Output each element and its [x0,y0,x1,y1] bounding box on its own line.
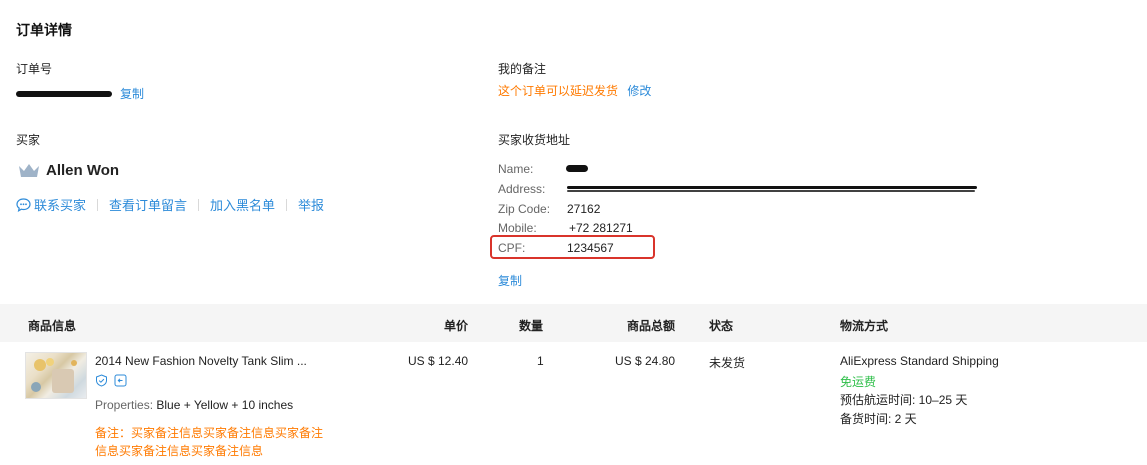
address-name-row: Name: [498,162,588,176]
remark-text: 这个订单可以延迟发货 [498,84,619,98]
quantity: 1 [537,354,544,368]
column-header-status: 状态 [709,319,734,333]
buyer-note-line1: 备注：买家备注信息买家备注信息买家备注 [95,426,324,440]
chat-bubble-icon[interactable] [16,197,31,212]
column-header-quantity: 数量 [519,319,544,333]
cpf-row: CPF: 1234567 [498,241,614,255]
column-header-unit-price: 单价 [444,319,469,333]
shipping-address-label: 买家收货地址 [498,133,571,147]
page-title: 订单详情 [16,22,72,38]
shield-check-icon [95,374,108,390]
product-title-link[interactable]: 2014 New Fashion Novelty Tank Slim ... [95,354,307,368]
zip-value: 27162 [567,202,601,216]
zip-row: Zip Code: 27162 [498,202,600,216]
redacted-address-stroke [567,190,975,192]
estimated-shipping-time: 预估航运时间: 10–25 天 [840,393,968,407]
mobile-row: Mobile: +72 281271 [498,221,633,235]
divider [97,198,99,211]
address-label: Address: [498,182,546,196]
add-to-blacklist-link[interactable]: 加入黑名单 [210,195,275,214]
buyer-actions: 联系买家 查看订单留言 加入黑名单 举报 [16,195,324,214]
free-shipping-badge: 免运费 [840,375,877,389]
shipping-method: AliExpress Standard Shipping [840,354,999,368]
crown-icon [18,163,40,182]
properties-value: Blue + Yellow + 10 inches [156,398,294,412]
name-label: Name: [498,162,534,176]
preparation-time: 备货时间: 2 天 [840,412,917,426]
column-header-total: 商品总额 [627,319,676,333]
redacted-address [567,186,977,189]
zip-label: Zip Code: [498,202,551,216]
column-header-product: 商品信息 [28,319,77,333]
table-header [0,304,1147,342]
redacted-name [566,165,588,172]
view-order-messages-link[interactable]: 查看订单留言 [109,195,187,214]
edit-remark-button[interactable]: 修改 [627,84,651,98]
divider [198,198,200,211]
buyer-label: 买家 [16,133,41,147]
redacted-order-number [16,90,112,97]
total-amount: US $ 24.80 [615,354,676,368]
product-thumbnail[interactable] [25,352,87,399]
column-header-shipping: 物流方式 [840,319,889,333]
mobile-label: Mobile: [498,221,537,235]
address-street-row: Address: [498,182,545,196]
contact-buyer-link[interactable]: 联系买家 [34,195,86,214]
buyer-note-line2: 信息买家备注信息买家备注信息 [95,444,264,458]
copy-address-button[interactable]: 复制 [498,272,522,289]
order-status: 未发货 [709,356,746,370]
copy-order-number-button[interactable]: 复制 [120,85,144,102]
report-link[interactable]: 举报 [298,195,324,214]
unit-price: US $ 12.40 [408,354,469,368]
return-icon [114,374,127,390]
cpf-value: 1234567 [567,241,614,255]
remark-label: 我的备注 [498,62,547,76]
properties-label: Properties: [95,398,154,412]
mobile-value: +72 281271 [569,221,633,235]
cpf-label: CPF: [498,241,526,255]
divider [286,198,288,211]
order-number-label: 订单号 [16,62,53,76]
buyer-name: Allen Won [46,162,120,179]
